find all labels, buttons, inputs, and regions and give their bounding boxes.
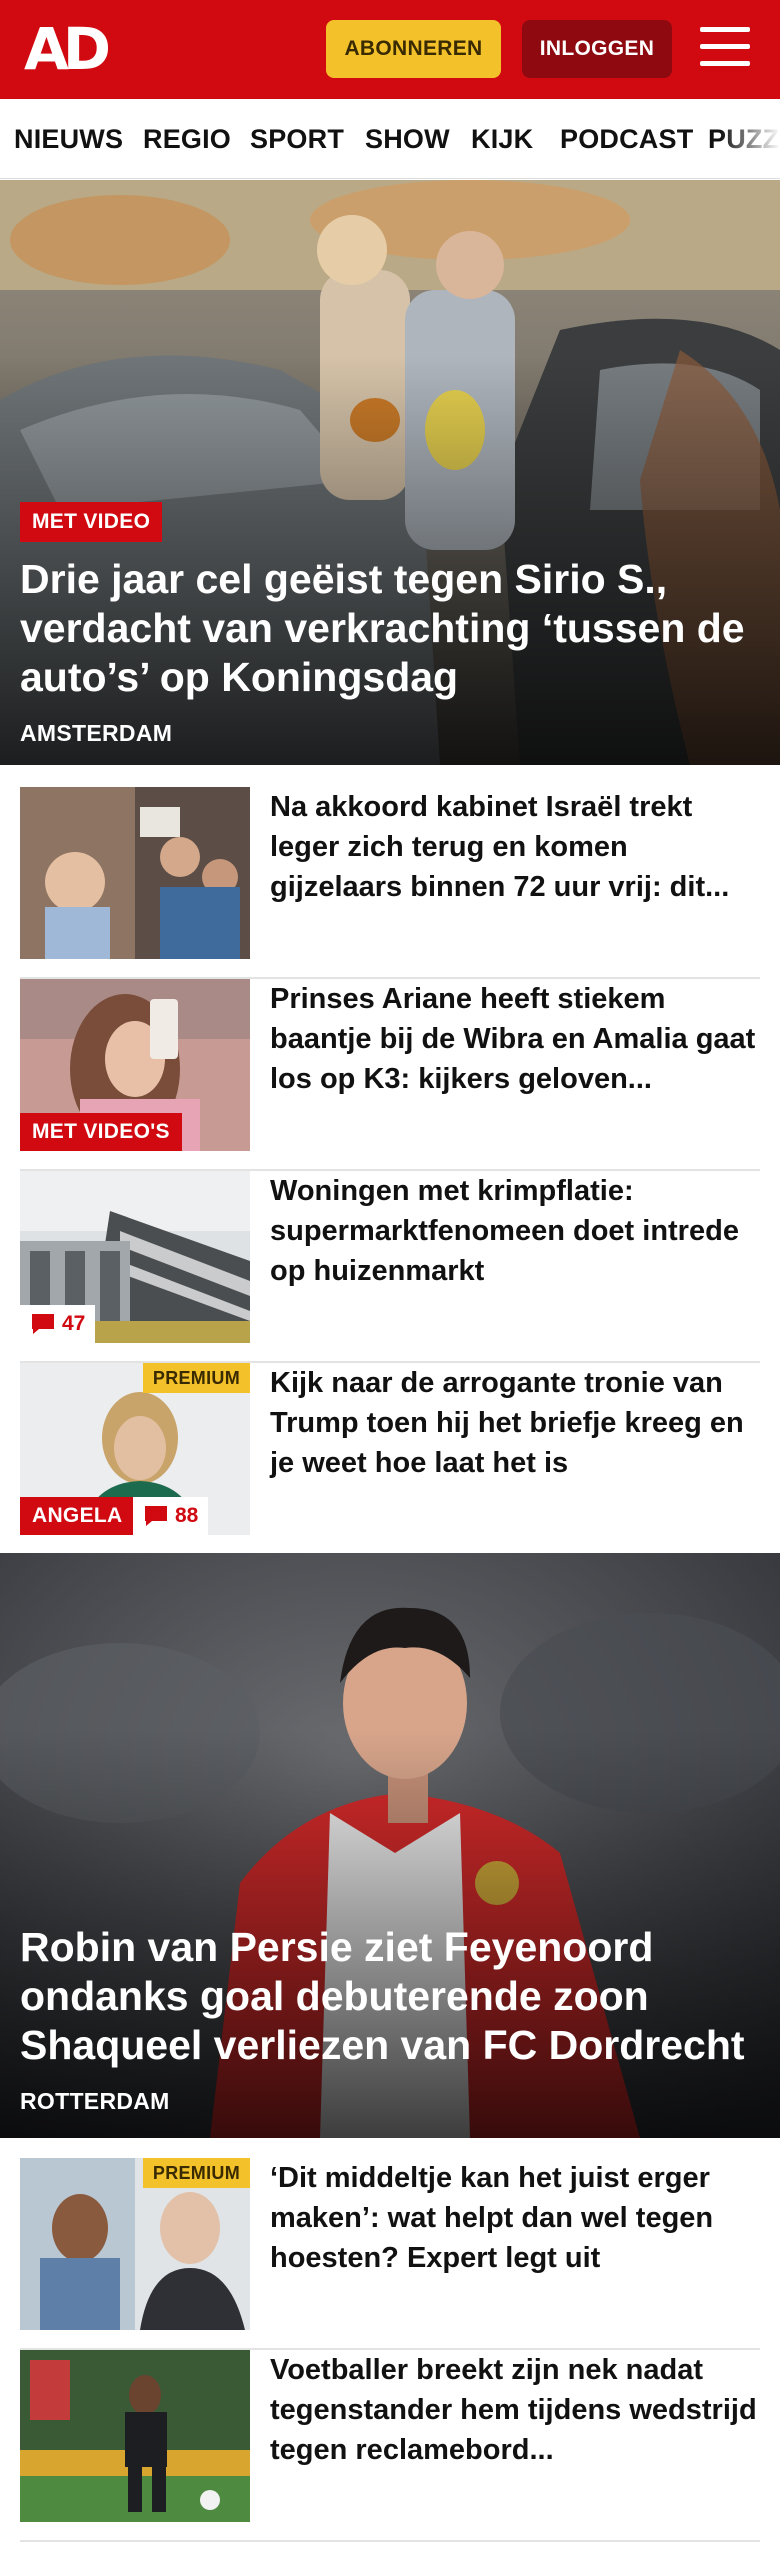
premium-badge: PREMIUM xyxy=(142,2158,250,2188)
article-thumbnail: MET VIDEO'S xyxy=(20,979,250,1151)
comment-icon xyxy=(145,1506,167,1526)
author-tag: ANGELA xyxy=(20,1497,135,1535)
nav-item-podcast[interactable]: PODCAST xyxy=(560,99,693,178)
article-thumbnail xyxy=(20,2350,250,2522)
hero-location: ROTTERDAM xyxy=(20,2088,170,2114)
comment-count-badge[interactable]: 88 xyxy=(133,1497,209,1535)
login-button[interactable]: INLOGGEN xyxy=(522,20,672,78)
list-item[interactable]: 47 Woningen met krimpflatie: supermarktf… xyxy=(20,1171,760,1363)
list-item[interactable]: Voetballer breekt zijn nek nadat tegenst… xyxy=(20,2350,760,2542)
comment-count: 88 xyxy=(175,1504,199,1527)
nav-item-sport[interactable]: SPORT xyxy=(250,99,344,178)
list-item[interactable]: PREMIUM ‘Dit middeltje kan het juist erg… xyxy=(20,2158,760,2350)
nav-item-show[interactable]: SHOW xyxy=(365,99,450,178)
hero-location: AMSTERDAM xyxy=(20,720,173,746)
comment-icon xyxy=(32,1314,54,1334)
premium-badge: PREMIUM xyxy=(142,1363,250,1393)
article-headline[interactable]: Voetballer breekt zijn nek nadat tegenst… xyxy=(270,2350,760,2470)
comment-count-badge[interactable]: 47 xyxy=(20,1305,96,1343)
menu-icon[interactable] xyxy=(700,27,750,71)
article-thumbnail: PREMIUM xyxy=(20,2158,250,2330)
hero-article-amsterdam[interactable]: MET VIDEO Drie jaar cel geëist tegen Sir… xyxy=(0,180,780,765)
nav-scroll-fade xyxy=(720,99,780,178)
video-tag: MET VIDEO'S xyxy=(20,1113,182,1151)
nav-item-regio[interactable]: REGIO xyxy=(143,99,231,178)
article-headline[interactable]: Woningen met krimpflatie: supermarktfeno… xyxy=(270,1171,760,1291)
hero-headline[interactable]: Robin van Persie ziet Feyenoord ondanks … xyxy=(20,1923,765,2070)
top-bar: AD ABONNEREN INLOGGEN xyxy=(0,0,780,99)
subscribe-button[interactable]: ABONNEREN xyxy=(326,20,501,78)
list-item[interactable]: PREMIUM ANGELA 88 Kijk naar de arrogante… xyxy=(20,1363,760,1555)
ad-logo[interactable]: AD xyxy=(24,20,116,78)
article-headline[interactable]: Prinses Ariane heeft stiekem baantje bij… xyxy=(270,979,760,1099)
article-thumbnail: PREMIUM ANGELA 88 xyxy=(20,1363,250,1535)
nav-item-kijk[interactable]: KIJK xyxy=(471,99,533,178)
article-headline[interactable]: Na akkoord kabinet Israël trekt leger zi… xyxy=(270,787,760,907)
nav-item-nieuws[interactable]: NIEUWS xyxy=(14,99,123,178)
hero-article-rotterdam[interactable]: Robin van Persie ziet Feyenoord ondanks … xyxy=(0,1553,780,2138)
video-tag: MET VIDEO xyxy=(20,502,163,542)
list-item[interactable]: MET VIDEO'S Prinses Ariane heeft stiekem… xyxy=(20,979,760,1171)
article-headline[interactable]: ‘Dit middeltje kan het juist erger maken… xyxy=(270,2158,760,2278)
article-thumbnail xyxy=(20,787,250,959)
list-item[interactable]: Na akkoord kabinet Israël trekt leger zi… xyxy=(20,787,760,979)
hero-headline[interactable]: Drie jaar cel geëist tegen Sirio S., ver… xyxy=(20,555,765,702)
comment-count: 47 xyxy=(62,1312,86,1335)
section-nav: NIEUWS REGIO SPORT SHOW KIJK PODCAST PUZ… xyxy=(0,99,780,179)
article-headline[interactable]: Kijk naar de arrogante tronie van Trump … xyxy=(270,1363,760,1483)
article-thumbnail: 47 xyxy=(20,1171,250,1343)
